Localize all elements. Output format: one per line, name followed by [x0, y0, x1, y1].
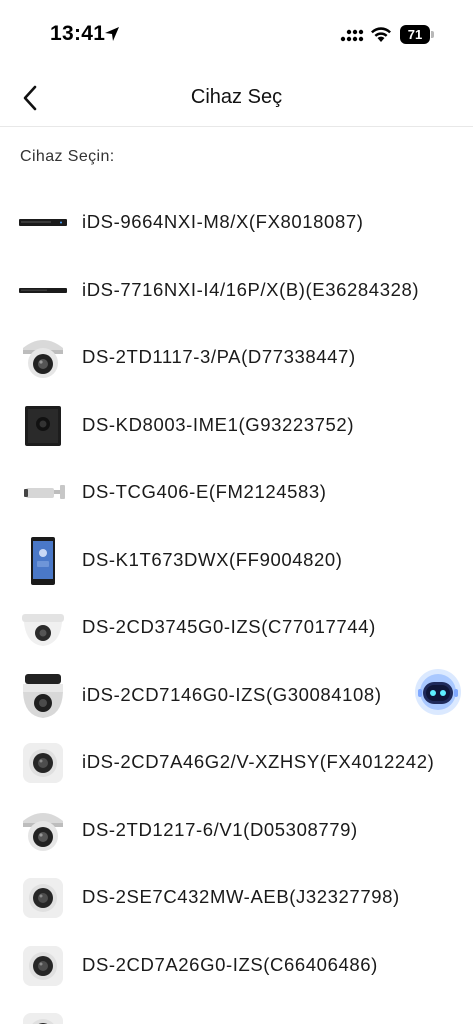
device-name: iDS-2CD7A46G2/V-XZHSY(FX4012242): [82, 751, 435, 772]
turret-camera-icon: [18, 334, 68, 382]
device-name: DS-2SE7C432MW-AEB(J32327798): [82, 886, 400, 907]
device-name: iDS-2CD7146G0-IZS(G30084108): [82, 683, 382, 705]
battery-indicator: 71: [400, 25, 434, 44]
device-list-item[interactable]: DS-TCG406-E(FM2124583): [0, 459, 473, 527]
section-label: Cihaz Seçin:: [20, 148, 115, 165]
device-list-item[interactable]: iDS-2CD7146G0-IZS(G30084108): [0, 662, 473, 730]
device-list-item[interactable]: iDS-9664NXI-M8/X(FX8018087): [0, 189, 473, 257]
device-list-item[interactable]: DS-KD8003-IME1(G93223752): [0, 392, 473, 460]
access-terminal-icon: [18, 536, 68, 585]
device-list-item[interactable]: DS-K1T673DWX(FF9004820): [0, 527, 473, 595]
device-list-item[interactable]: DS-2CD7026G0-IZS(P06407997): [0, 999, 473, 1024]
status-time: 13:41: [50, 22, 106, 45]
device-name: iDS-7716NXI-I4/16P/X(B)(E36284328): [82, 278, 420, 300]
door-station-icon: [18, 402, 68, 450]
nvr-slim-icon: [18, 267, 68, 315]
device-name: DS-2CD3745G0-IZS(C77017744): [82, 616, 376, 637]
device-list-item[interactable]: iDS-2CD7A46G2/V-XZHSY(FX4012242): [0, 729, 473, 797]
device-name: iDS-9664NXI-M8/X(FX8018087): [82, 211, 364, 232]
device-name: DS-TCG406-E(FM2124583): [82, 481, 327, 502]
device-name: DS-K1T673DWX(FF9004820): [82, 548, 343, 570]
device-list-item[interactable]: DS-2CD7A26G0-IZS(C66406486): [0, 932, 473, 1000]
box-camera-icon: [18, 942, 68, 990]
battery-level: 71: [407, 27, 423, 42]
robot-icon: [415, 669, 461, 715]
page-title: Cihaz Seç: [190, 86, 283, 108]
box-camera-icon: [18, 874, 68, 922]
device-list-item[interactable]: DS-2TD1217-6/V1(D05308779): [0, 797, 473, 865]
device-name: DS-2CD7A26G0-IZS(C66406486): [82, 953, 378, 975]
battery-tip: [431, 31, 434, 38]
box-camera-icon: [18, 1009, 68, 1024]
assistant-robot-button[interactable]: [414, 668, 462, 716]
device-list-item[interactable]: DS-2CD3745G0-IZS(C77017744): [0, 594, 473, 662]
nvr-icon: [18, 199, 68, 247]
device-name: DS-KD8003-IME1(G93223752): [82, 413, 355, 435]
device-name: DS-2TD1117-3/PA(D77338447): [82, 346, 356, 367]
location-arrow-icon: [105, 27, 119, 41]
box-camera-icon: [18, 739, 68, 787]
navigation-bar: Cihaz Seç: [0, 70, 473, 127]
device-name: DS-2TD1217-6/V1(D05308779): [82, 818, 358, 840]
device-list-item[interactable]: iDS-7716NXI-I4/16P/X(B)(E36284328): [0, 257, 473, 325]
ptz-dome-camera-icon: [18, 672, 68, 720]
wifi-icon: [371, 27, 391, 42]
dome-camera-icon: [18, 604, 68, 652]
status-bar: 13:41 71: [0, 0, 473, 70]
cellular-signal-icon: [340, 29, 364, 42]
device-list-item[interactable]: DS-2SE7C432MW-AEB(J32327798): [0, 864, 473, 932]
turret-camera-icon: [18, 807, 68, 855]
bullet-camera-icon: [18, 469, 68, 517]
device-list: iDS-9664NXI-M8/X(FX8018087) iDS-7716NXI-I…: [0, 189, 473, 1024]
device-list-item[interactable]: DS-2TD1117-3/PA(D77338447): [0, 324, 473, 392]
